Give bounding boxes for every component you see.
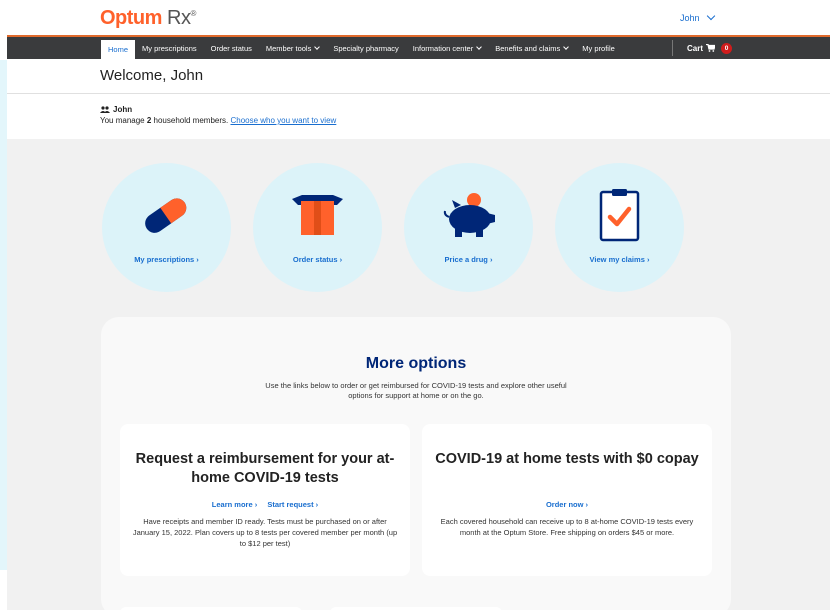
card-title: COVID-19 at home tests with $0 copay [435,451,699,467]
quick-link-view-my-claims[interactable]: View my claims › [555,163,684,292]
more-options-title: More options [365,355,467,372]
nav-divider [672,40,673,56]
quick-links: My prescriptions › Order status › Price … [102,163,684,292]
household-text: You manage 2 household members. Choose w… [100,116,337,125]
cart-button[interactable]: Cart 0 [687,37,733,59]
quick-link-label: My prescriptions › [134,255,199,264]
chevron-down-icon [314,44,321,50]
page-title: Welcome, John [100,67,204,84]
user-name: John [680,13,700,23]
covid-tests-card: COVID-19 at home tests with $0 copay Ord… [422,424,712,576]
quick-link-label: Order status › [292,255,343,264]
household-name-row: John [100,104,336,115]
package-icon [292,195,343,235]
left-edge-strip [0,60,7,570]
people-icon [100,106,110,113]
cart-label: Cart [687,43,704,53]
nav-items: Home My prescriptions Order status Membe… [101,37,622,59]
quick-link-my-prescriptions[interactable]: My prescriptions › [102,163,231,292]
top-header: Optum Rx® John [7,0,830,36]
chevron-down-icon [563,44,570,50]
nav-item-my-profile[interactable]: My profile [575,37,622,59]
cart-count-badge: 0 [721,42,733,54]
reimbursement-card: Request a reimbursement for your at-home… [120,424,410,576]
quick-link-label: View my claims › [589,255,650,264]
clipboard-check-icon [599,189,640,242]
card-body: Each covered household can receive up to… [440,517,694,537]
nav-item-my-prescriptions[interactable]: My prescriptions [135,37,204,59]
order-now-link[interactable]: Order now › [546,500,588,509]
learn-more-link[interactable]: Learn more › [212,500,257,509]
card-body: Have receipts and member ID ready. Tests… [132,517,398,548]
nav-item-benefits-and-claims[interactable]: Benefits and claims [488,37,575,59]
start-request-link[interactable]: Start request › [267,500,318,509]
user-menu[interactable]: John [680,11,715,23]
card-title: Request a reimbursement for your at-home… [135,451,395,486]
card-links: Learn more › Start request › [120,500,410,509]
quick-link-price-a-drug[interactable]: Price a drug › [404,163,533,292]
more-options-subtitle: Use the links below to order or get reim… [265,381,567,400]
cart-icon [706,44,716,52]
logo-brand: Optum [100,7,162,29]
logo-rx: Rx [167,7,191,29]
choose-member-link[interactable]: Choose who you want to view [230,116,336,125]
more-options-panel: More options Use the links below to orde… [101,317,731,610]
nav-item-home[interactable]: Home [101,40,136,59]
optum-rx-logo[interactable]: Optum Rx® [100,7,196,30]
nav-item-specialty-pharmacy[interactable]: Specialty pharmacy [326,37,405,59]
chevron-down-icon [476,44,483,50]
household-info: John You manage 2 household members. Cho… [100,104,336,126]
piggy-bank-icon [443,193,495,237]
quick-link-order-status[interactable]: Order status › [253,163,382,292]
logo-mark: ® [190,9,196,18]
nav-item-order-status[interactable]: Order status [204,37,259,59]
nav-item-information-center[interactable]: Information center [406,37,488,59]
main-nav: Home My prescriptions Order status Membe… [7,37,830,59]
chevron-down-icon [706,11,715,21]
quick-link-label: Price a drug › [444,255,493,264]
nav-item-member-tools[interactable]: Member tools [259,37,326,59]
card-links: Order now › [422,500,712,509]
household-name: John [113,105,133,114]
divider [7,93,830,94]
pill-icon [145,198,187,233]
